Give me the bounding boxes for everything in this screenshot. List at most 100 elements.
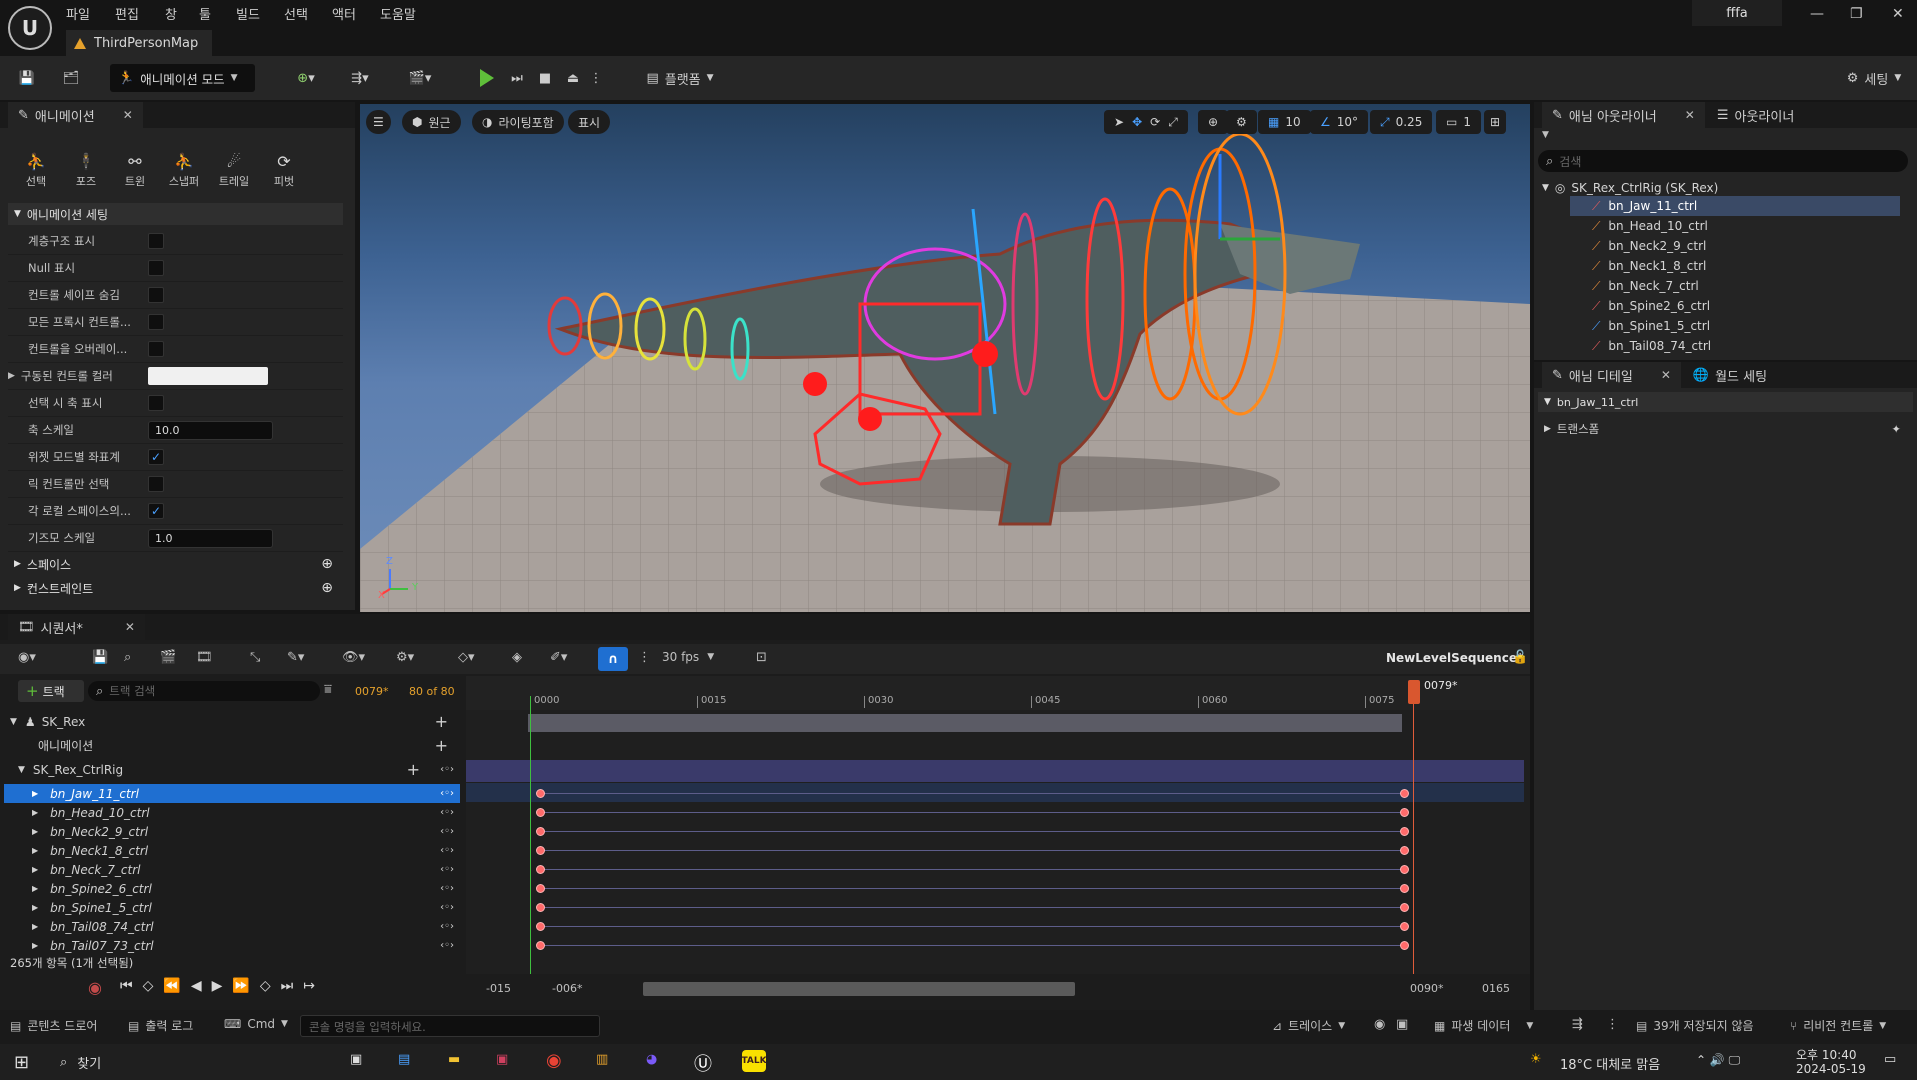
keyframe[interactable] bbox=[1400, 941, 1409, 950]
control-track-row[interactable]: ▶ bn_Spine1_5_ctrl ‹◦› bbox=[4, 898, 460, 917]
more-options-icon[interactable]: ⋮ bbox=[588, 64, 604, 92]
outliner-root[interactable]: ▼ ◎ SK_Rex_CtrlRig (SK_Rex) bbox=[1538, 178, 1908, 198]
control-track-row[interactable]: ▶ bn_Tail08_74_ctrl ‹◦› bbox=[4, 917, 460, 936]
more-icon[interactable]: ⋮ bbox=[1606, 1017, 1619, 1032]
keyframe[interactable] bbox=[1400, 808, 1409, 817]
outliner-item[interactable]: ⟋ bn_Spine1_5_ctrl bbox=[1570, 316, 1900, 336]
menu-edit[interactable]: 편집 bbox=[115, 4, 139, 23]
keyframe[interactable] bbox=[1400, 884, 1409, 893]
playback-options-icon[interactable]: ⚙▾ bbox=[396, 650, 414, 665]
track-sk-rex[interactable]: ▼ ♟ SK_Rex + bbox=[4, 712, 460, 731]
add-icon[interactable]: + bbox=[407, 760, 420, 779]
keyframe[interactable] bbox=[536, 884, 545, 893]
chevron-right-icon[interactable]: ▶ bbox=[32, 789, 38, 798]
save-sequence-icon[interactable]: 💾 bbox=[92, 650, 108, 665]
lock-icon[interactable]: 🔓 bbox=[1512, 650, 1528, 665]
add-circle-icon[interactable]: ⊕ bbox=[321, 556, 333, 572]
chevron-right-icon[interactable]: ▶ bbox=[32, 808, 38, 817]
keyframe[interactable] bbox=[536, 903, 545, 912]
track-search-input[interactable]: ⌕ 트랙 검색 bbox=[88, 681, 320, 701]
file-explorer-icon[interactable]: ▬ bbox=[448, 1052, 460, 1067]
scale-icon[interactable]: ⤢ bbox=[1168, 115, 1178, 130]
view-icon[interactable]: 👁▾ bbox=[342, 650, 365, 665]
filter-icon[interactable]: ⩸ bbox=[324, 682, 332, 697]
clock-date[interactable]: 2024-05-19 bbox=[1796, 1062, 1866, 1076]
save-icon[interactable]: 💾 bbox=[14, 64, 40, 92]
lighting-button[interactable]: ◑ 라이팅포함 bbox=[472, 110, 564, 134]
outliner-item[interactable]: ⟋ bn_Tail08_74_ctrl bbox=[1570, 336, 1900, 356]
anim-outliner-tab[interactable]: ✎ 애님 아웃라이너 ✕ bbox=[1542, 102, 1705, 128]
step-forward-icon[interactable]: ⏩ bbox=[232, 978, 249, 994]
range-end-inner[interactable]: 0090* bbox=[1410, 982, 1444, 995]
outliner-item[interactable]: ⟋ bn_Neck2_9_ctrl bbox=[1570, 236, 1900, 256]
tool-pose[interactable]: 🕴 포즈 bbox=[66, 152, 106, 189]
control-track-row[interactable]: ▶ bn_Tail07_73_ctrl ‹◦› bbox=[4, 936, 460, 955]
keyframe[interactable] bbox=[1400, 903, 1409, 912]
timeline-scrollbar[interactable] bbox=[643, 982, 1075, 996]
trace-dropdown[interactable]: ⊿ 트레이스 ▼ bbox=[1272, 1017, 1345, 1034]
current-frame[interactable]: 0079* bbox=[355, 685, 389, 698]
color-swatch[interactable] bbox=[148, 367, 268, 385]
setting-checkbox[interactable]: ✓ bbox=[148, 503, 164, 519]
outliner-item[interactable]: ⟋ bn_Head_10_ctrl bbox=[1570, 216, 1900, 236]
setting-checkbox[interactable] bbox=[148, 476, 164, 492]
key-nav-icon[interactable]: ‹◦› bbox=[440, 764, 454, 775]
outliner-search-input[interactable]: ⌕ 검색 bbox=[1538, 150, 1908, 172]
discord-icon[interactable]: ◕ bbox=[646, 1052, 657, 1067]
notification-icon[interactable]: ▭ bbox=[1884, 1052, 1896, 1067]
content-drawer-button[interactable]: ▤ 콘텐츠 드로어 bbox=[10, 1017, 97, 1034]
close-icon[interactable]: ✕ bbox=[123, 108, 133, 122]
snap-magnet-icon[interactable]: ∩ bbox=[598, 647, 628, 671]
outliner-item[interactable]: ⟋ bn_Spine2_6_ctrl bbox=[1570, 296, 1900, 316]
select-arrow-icon[interactable]: ➤ bbox=[1114, 115, 1124, 129]
keyframe[interactable] bbox=[1400, 846, 1409, 855]
step-icon[interactable]: ⏭ bbox=[504, 64, 530, 92]
stop-icon[interactable]: ■ bbox=[532, 64, 558, 92]
clock-time[interactable]: 오후 10:40 bbox=[1796, 1046, 1856, 1063]
jump-end-icon[interactable]: ⏭ bbox=[281, 978, 294, 994]
close-icon[interactable]: ✕ bbox=[1685, 108, 1695, 122]
ctrlrig-section-bar[interactable] bbox=[466, 760, 1524, 782]
camera-speed-button[interactable]: ▭ 1 bbox=[1436, 110, 1481, 134]
layout-button[interactable]: ⊞ bbox=[1484, 110, 1507, 134]
world-local-button[interactable]: ⊕ bbox=[1198, 110, 1229, 134]
viewport-menu-button[interactable]: ☰ bbox=[366, 110, 391, 134]
rotate-icon[interactable]: ⟳ bbox=[1150, 115, 1160, 129]
scale-snap-button[interactable]: ⤢ 0.25 bbox=[1370, 110, 1433, 134]
play-reverse-icon[interactable]: ◀ bbox=[191, 978, 202, 994]
weather-text[interactable]: 18°C 대체로 맑음 bbox=[1560, 1054, 1660, 1073]
control-track-row[interactable]: ▶ bn_Spine2_6_ctrl ‹◦› bbox=[4, 879, 460, 898]
animation-section-bar[interactable] bbox=[528, 714, 1402, 732]
control-track-row[interactable]: ▶ bn_Neck_7_ctrl ‹◦› bbox=[4, 860, 460, 879]
transform-section[interactable]: ▶ 트랜스폼 ✦ bbox=[1538, 418, 1913, 440]
close-icon[interactable]: ✕ bbox=[1661, 368, 1671, 382]
menu-help[interactable]: 도움말 bbox=[380, 4, 416, 23]
revision-control-dropdown[interactable]: ⑂ 리비전 컨트롤 ▼ bbox=[1790, 1017, 1886, 1034]
key-interp-icon[interactable]: ◇▾ bbox=[458, 650, 475, 665]
keyframe[interactable] bbox=[1400, 922, 1409, 931]
app-icon[interactable]: ▣ bbox=[496, 1052, 508, 1067]
close-icon[interactable]: ✕ bbox=[125, 620, 135, 634]
minimize-icon[interactable]: — bbox=[1810, 6, 1824, 22]
tray-icons[interactable]: ⌃ 🔊 🖵 bbox=[1696, 1053, 1740, 1068]
sequence-name[interactable]: NewLevelSequence* bbox=[1386, 651, 1523, 665]
render-icon[interactable]: 🎬 bbox=[160, 650, 176, 665]
mode-dropdown[interactable]: 🏃 애니메이션 모드 ▼ bbox=[110, 64, 255, 92]
play-button[interactable] bbox=[474, 64, 500, 92]
spaces-section[interactable]: ▶ 스페이스 ⊕ bbox=[8, 553, 343, 575]
level-viewport[interactable]: Z X Y ☰ ⬢ 원근 ◑ 라이팅포함 표시 ➤ ✥ ⟳ ⤢ ⊕ ⚙ ▦ 10 ∠ 1… bbox=[360, 104, 1530, 612]
keyframe[interactable] bbox=[536, 865, 545, 874]
perspective-button[interactable]: ⬢ 원근 bbox=[402, 110, 461, 134]
menu-select[interactable]: 선택 bbox=[284, 4, 308, 23]
control-track-row[interactable]: ▶ bn_Neck1_8_ctrl ‹◦› bbox=[4, 841, 460, 860]
chevron-right-icon[interactable]: ▶ bbox=[32, 903, 38, 912]
anim-details-tab[interactable]: ✎ 애님 디테일 ✕ bbox=[1542, 362, 1681, 388]
restore-icon[interactable]: ❐ bbox=[1850, 6, 1863, 22]
tool-select[interactable]: ⛹ 선택 bbox=[16, 152, 56, 189]
animation-tab[interactable]: ✎ 애니메이션 ✕ bbox=[8, 102, 143, 128]
curve-editor-icon[interactable]: ⊡ bbox=[756, 650, 767, 665]
keyframe[interactable] bbox=[536, 789, 545, 798]
setting-checkbox[interactable] bbox=[148, 233, 164, 249]
tools-icon[interactable]: ✎▾ bbox=[287, 650, 304, 665]
outliner-item[interactable]: ⟋ bn_Jaw_11_ctrl bbox=[1570, 196, 1900, 216]
